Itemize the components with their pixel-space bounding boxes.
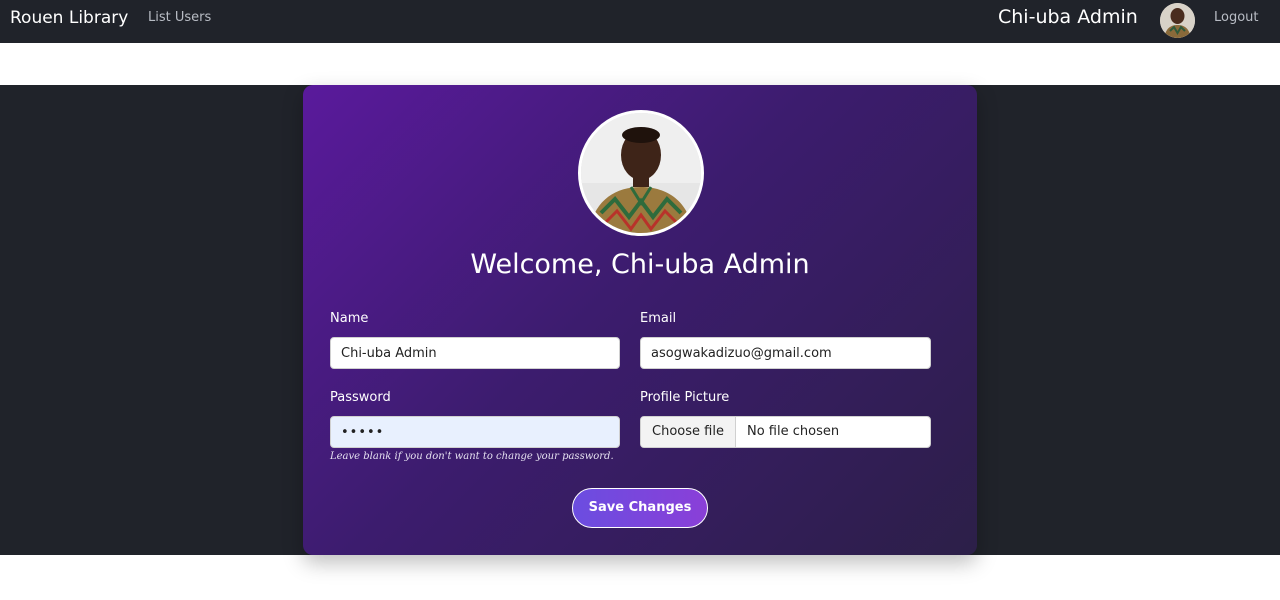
nav-list-users[interactable]: List Users [148, 10, 211, 25]
logout-link[interactable]: Logout [1214, 10, 1259, 25]
name-input[interactable] [330, 337, 620, 369]
save-changes-button[interactable]: Save Changes [572, 488, 708, 528]
nav-avatar[interactable] [1160, 3, 1195, 38]
password-input[interactable] [330, 416, 620, 448]
nav-user-name: Chi-uba Admin [998, 6, 1138, 28]
profile-card: Welcome, Chi-uba Admin Name Email Passwo… [303, 85, 977, 555]
choose-file-button[interactable]: Choose file [641, 417, 736, 447]
password-label: Password [330, 390, 391, 405]
profile-photo [578, 110, 704, 236]
name-label: Name [330, 311, 369, 326]
profile-picture-label: Profile Picture [640, 390, 730, 405]
profile-avatar-icon [581, 113, 701, 233]
email-input[interactable] [640, 337, 931, 369]
welcome-heading: Welcome, Chi-uba Admin [470, 249, 810, 280]
file-status: No file chosen [747, 424, 840, 439]
password-hint: Leave blank if you don't want to change … [330, 451, 614, 462]
profile-picture-input[interactable]: Choose file No file chosen [640, 416, 931, 448]
email-label: Email [640, 311, 677, 326]
user-avatar-icon [1160, 3, 1195, 38]
brand-link[interactable]: Rouen Library [10, 8, 128, 28]
top-navbar: Rouen Library List Users Chi-uba Admin L… [0, 0, 1280, 43]
